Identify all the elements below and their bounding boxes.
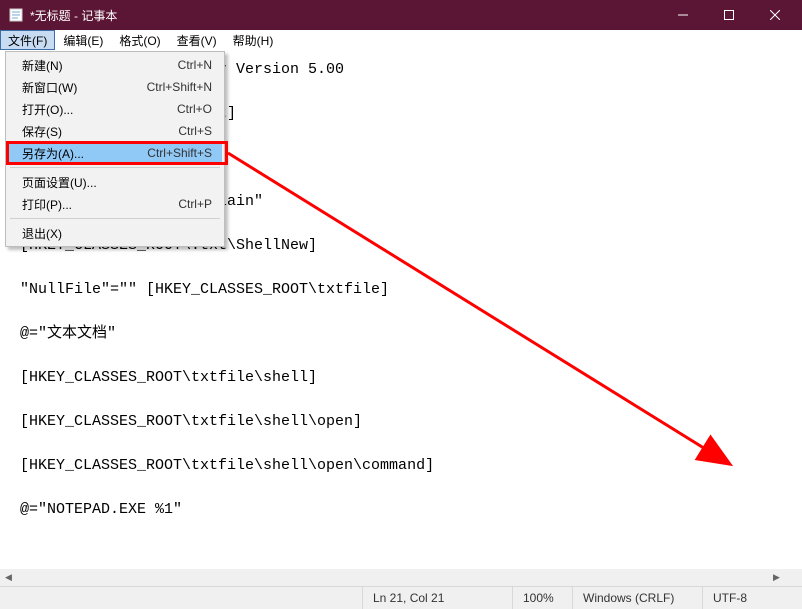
title-bar: *无标题 - 记事本 (0, 0, 802, 30)
menu-bar: 文件(F) 编辑(E) 格式(O) 查看(V) 帮助(H) (0, 30, 802, 51)
status-encoding: UTF-8 (702, 587, 802, 609)
menu-item-new[interactable]: 新建(N)Ctrl+N (8, 54, 222, 76)
horizontal-scrollbar[interactable]: ◀ ▶ (0, 569, 785, 586)
menu-item-page-setup[interactable]: 页面设置(U)... (8, 171, 222, 193)
menu-view[interactable]: 查看(V) (169, 30, 225, 50)
menu-item-save-as[interactable]: 另存为(A)...Ctrl+Shift+S (8, 142, 222, 164)
scroll-corner (785, 569, 802, 586)
menu-item-open[interactable]: 打开(O)...Ctrl+O (8, 98, 222, 120)
status-bar: Ln 21, Col 21 100% Windows (CRLF) UTF-8 (0, 586, 802, 609)
file-menu-dropdown: 新建(N)Ctrl+N 新窗口(W)Ctrl+Shift+N 打开(O)...C… (5, 51, 225, 247)
status-line-ending: Windows (CRLF) (572, 587, 702, 609)
minimize-button[interactable] (660, 0, 706, 30)
scroll-track[interactable] (17, 569, 768, 586)
menu-edit[interactable]: 编辑(E) (55, 30, 111, 50)
menu-help[interactable]: 帮助(H) (225, 30, 282, 50)
maximize-button[interactable] (706, 0, 752, 30)
status-zoom: 100% (512, 587, 572, 609)
app-icon (8, 7, 24, 23)
menu-item-save[interactable]: 保存(S)Ctrl+S (8, 120, 222, 142)
status-spacer (0, 587, 362, 609)
status-cursor-position: Ln 21, Col 21 (362, 587, 512, 609)
menu-item-print[interactable]: 打印(P)...Ctrl+P (8, 193, 222, 215)
menu-separator (10, 167, 220, 168)
menu-separator (10, 218, 220, 219)
menu-format[interactable]: 格式(O) (111, 30, 168, 50)
window-title: *无标题 - 记事本 (30, 7, 117, 24)
menu-item-new-window[interactable]: 新窗口(W)Ctrl+Shift+N (8, 76, 222, 98)
scroll-left-arrow-icon[interactable]: ◀ (0, 569, 17, 586)
close-button[interactable] (752, 0, 798, 30)
menu-item-exit[interactable]: 退出(X) (8, 222, 222, 244)
menu-file[interactable]: 文件(F) (0, 30, 55, 50)
scroll-right-arrow-icon[interactable]: ▶ (768, 569, 785, 586)
